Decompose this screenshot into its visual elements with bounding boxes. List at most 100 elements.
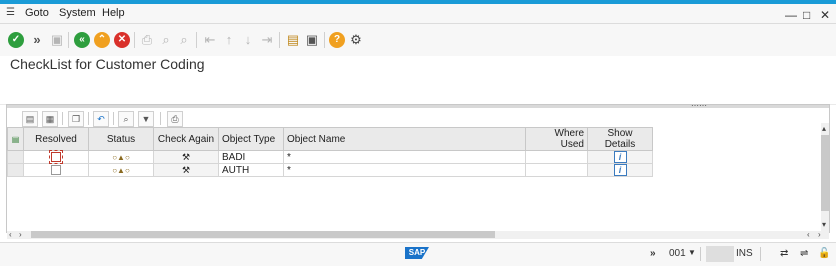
table-row: ○▲○ ⚒ AUTH * i — [7, 163, 653, 177]
exit-icon[interactable]: ⌃ — [94, 32, 110, 48]
show-details-cell[interactable]: i — [587, 163, 653, 177]
column-header-object-name[interactable]: Object Name — [283, 127, 526, 151]
transfer-icon: ⇄ — [780, 248, 789, 259]
info-icon[interactable]: i — [613, 164, 627, 176]
column-header-object-type[interactable]: Object Type — [218, 127, 284, 151]
alv-separator — [160, 112, 161, 125]
object-type-cell: BADI — [218, 150, 284, 164]
customize-layout-icon[interactable]: ⚙ — [348, 32, 364, 48]
back-icon[interactable]: « — [74, 32, 90, 48]
column-header-status[interactable]: Status — [88, 127, 154, 151]
insert-mode[interactable]: INS — [736, 248, 753, 259]
minimize-icon[interactable]: — — [785, 8, 797, 22]
column-header-check-again[interactable]: Check Again — [153, 127, 219, 151]
find-next-icon: ⌕ — [180, 32, 188, 47]
last-page-icon: ⇥ — [261, 32, 273, 47]
shortcut-icon[interactable]: ▣ — [304, 32, 320, 48]
check-again-button[interactable]: ⚒ — [153, 150, 219, 164]
page-title: CheckList for Customer Coding — [10, 56, 205, 72]
row-selector[interactable] — [7, 163, 24, 177]
vertical-scroll-thumb[interactable] — [821, 135, 829, 211]
object-name-cell: * — [283, 163, 526, 177]
select-all-icon[interactable]: ▦ — [42, 111, 58, 127]
filter-icon[interactable]: ▼ — [138, 111, 154, 127]
column-header-where-used[interactable]: Where Used — [525, 127, 588, 151]
cancel-icon[interactable]: ✕ — [114, 32, 130, 48]
toolbar-separator — [324, 32, 325, 48]
column-header-resolved[interactable]: Resolved — [23, 127, 89, 151]
check-again-icon: ⚒ — [181, 151, 191, 162]
horizontal-scroll-thumb[interactable] — [31, 231, 495, 238]
connection-icon: ⇌ — [800, 248, 809, 259]
scroll-down-icon[interactable]: ▾ — [822, 221, 826, 229]
scroll-right-end-icon[interactable]: › — [818, 231, 821, 239]
resolved-cell[interactable] — [23, 163, 89, 177]
next-page-icon: ↓ — [244, 32, 252, 47]
column-header-show-details[interactable]: Show Details — [587, 127, 653, 151]
menu-system[interactable]: System — [59, 7, 96, 19]
next-icon[interactable]: » — [29, 32, 45, 48]
alv-separator — [88, 112, 89, 125]
lock-icon[interactable]: 🔓 — [818, 248, 830, 259]
client-indicator: 001 — [669, 248, 686, 259]
where-used-cell[interactable] — [525, 150, 588, 164]
scroll-up-icon[interactable]: ▴ — [822, 125, 826, 133]
resolved-cell[interactable] — [23, 149, 89, 164]
horizontal-scrollbar[interactable]: ‹ › ‹ › — [7, 231, 829, 239]
title-area: CheckList for Customer Coding — [0, 56, 836, 75]
check-again-button[interactable]: ⚒ — [153, 163, 219, 177]
table-row: ○▲○ ⚒ BADI * i — [7, 149, 653, 164]
undo-icon[interactable]: ↶ — [93, 111, 109, 127]
toolbar-separator — [68, 32, 69, 48]
alv-grid-container: ⋯⋯ ▤ ▦ ❐ ↶ ⌕ ▼ ⎙ ▤ Resolved Status Check… — [6, 101, 830, 239]
object-name-cell: * — [283, 150, 526, 164]
row-selector[interactable] — [7, 150, 24, 164]
print-icon[interactable]: ⎙ — [167, 111, 183, 127]
menu-help[interactable]: Help — [102, 7, 125, 19]
scroll-right-icon[interactable]: › — [19, 231, 22, 239]
layout-icon: ▤ — [11, 134, 20, 144]
menu-icon[interactable]: ☰ — [6, 8, 16, 18]
show-details-cell[interactable]: i — [587, 150, 653, 164]
status-cell: ○▲○ — [88, 163, 154, 177]
close-icon[interactable]: ✕ — [820, 8, 830, 22]
create-session-icon[interactable]: ▤ — [285, 32, 301, 48]
check-again-icon: ⚒ — [181, 164, 191, 175]
application-toolbar-area — [0, 76, 836, 105]
find-icon[interactable]: ⌕ — [118, 111, 134, 127]
toolbar-separator — [279, 32, 280, 48]
status-separator — [700, 247, 701, 261]
alv-separator — [113, 112, 114, 125]
scroll-left-icon[interactable]: ‹ — [9, 231, 12, 239]
toolbar-separator — [196, 32, 197, 48]
first-page-icon: ⇤ — [204, 32, 216, 47]
menu-goto[interactable]: Goto — [25, 7, 49, 19]
alv-toolbar: ▤ ▦ ❐ ↶ ⌕ ▼ ⎙ — [7, 109, 829, 127]
client-dropdown-icon[interactable]: ▼ — [688, 248, 696, 257]
status-separator — [760, 247, 761, 261]
splitter-bar[interactable]: ⋯⋯ — [7, 101, 829, 110]
info-icon[interactable]: i — [613, 151, 627, 163]
copy-icon[interactable]: ❐ — [68, 111, 84, 127]
status-expand-icon[interactable]: » — [650, 248, 656, 259]
where-used-cell[interactable] — [525, 163, 588, 177]
maximize-icon[interactable]: □ — [803, 8, 810, 22]
enter-icon[interactable]: ✓ — [8, 32, 24, 48]
details-icon[interactable]: ▤ — [22, 111, 38, 127]
status-bar: SAP » 001 ▼ INS ⇄ ⇌ 🔓 — [0, 242, 836, 266]
vertical-scrollbar[interactable]: ▴ ▾ — [821, 123, 829, 231]
scroll-left-end-icon[interactable]: ‹ — [807, 231, 810, 239]
resolved-checkbox[interactable] — [49, 149, 63, 164]
select-all-cell[interactable]: ▤ — [7, 127, 24, 151]
server-name — [706, 246, 734, 262]
menu-bar: ☰ Goto System Help — □ ✕ — [0, 4, 836, 24]
status-cell: ○▲○ — [88, 150, 154, 164]
print-icon: ⎙ — [141, 32, 153, 47]
previous-page-icon: ↑ — [225, 32, 233, 47]
alv-separator — [62, 112, 63, 125]
toolbar-separator — [134, 32, 135, 48]
help-icon[interactable]: ? — [329, 32, 345, 48]
resolved-checkbox[interactable] — [51, 164, 61, 175]
save-icon: ▣ — [50, 32, 64, 47]
object-type-cell: AUTH — [218, 163, 284, 177]
